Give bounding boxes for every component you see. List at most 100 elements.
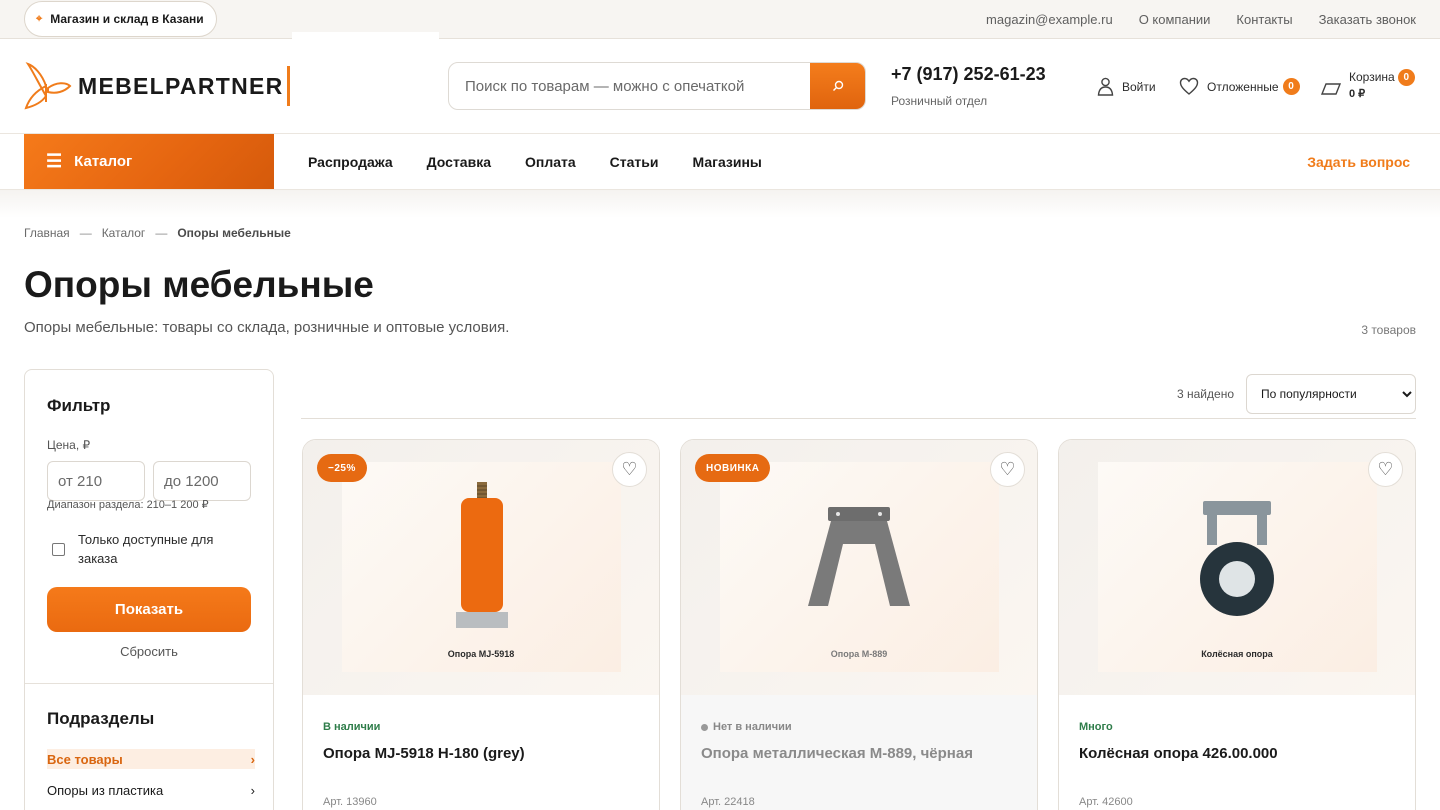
heart-icon: ♡ [621,459,638,479]
filter-sidebar: Фильтр Цена, ₽ Диапазон раздела: 210–1 2… [24,369,274,810]
login-label: Войти [1122,79,1156,94]
price-range-note: Диапазон раздела: 210–1 200 ₽ [47,499,209,511]
subsection-label: Опоры из пластика [47,782,164,798]
breadcrumb-home[interactable]: Главная [24,226,70,240]
search-input[interactable] [449,63,810,109]
breadcrumb-separator: — [155,226,168,240]
filter-title: Фильтр [47,396,111,415]
nav-delivery[interactable]: Доставка [427,154,491,170]
logo-divider [287,66,290,106]
butterfly-logo-icon [24,62,72,110]
nav-articles[interactable]: Статьи [610,154,659,170]
out-of-stock-dot [701,723,708,731]
heart-icon: ♡ [999,459,1016,479]
store-location-pill[interactable]: ⌖ Магазин и склад в Казани [24,1,217,37]
breadcrumb-catalog[interactable]: Каталог [102,226,146,240]
add-to-favorites-button[interactable]: ♡ [612,452,647,487]
cart-sum: 0 ₽ [1349,88,1366,100]
only-available-checkbox[interactable] [52,543,65,556]
stock-status: Много [1079,721,1113,733]
product-info: В наличии Опора MJ-5918 H-180 (grey) Арт… [303,695,659,810]
sidebar-divider [25,683,273,684]
nav-shadow [0,190,1440,218]
page-subtitle: Опоры мебельные: товары со склада, розни… [24,319,510,336]
logo[interactable]: MEBELPARTNER [24,62,284,110]
nav-payment[interactable]: Оплата [525,154,576,170]
phone-number[interactable]: +7 (917) 252-61-23 [891,64,1046,85]
subsection-plastic[interactable]: Опоры из пластика › [47,780,255,800]
metal-leg-illustration [808,507,910,606]
contacts-link[interactable]: Контакты [1236,12,1292,27]
cart-button[interactable]: Корзина 0 ₽ 0 [1321,68,1415,103]
about-link[interactable]: О компании [1139,12,1211,27]
found-count: 3 найдено [1177,387,1234,401]
map-pin-icon: ⌖ [36,12,43,25]
ask-question-link[interactable]: Задать вопрос [1307,134,1410,189]
product-image-caption: Опора MJ-5918 [447,649,515,659]
sort-select[interactable]: По популярности [1246,374,1416,414]
only-available-option[interactable]: Только доступные для заказа [47,530,228,568]
page-item-count: 3 товаров [1361,323,1416,337]
cart-count-badge: 0 [1397,68,1415,86]
stock-status: В наличии [323,721,380,733]
search-box [448,62,866,110]
nav-stores[interactable]: Магазины [693,154,762,170]
product-name[interactable]: Опора металлическая М-889, чёрная [701,745,1021,762]
top-bar: ⌖ Магазин и склад в Казани magazin@examp… [0,0,1440,39]
breadcrumb-current: Опоры мебельные [177,226,291,240]
page-title: Опоры мебельные [24,264,374,305]
top-links: magazin@example.ru О компании Контакты З… [986,0,1416,38]
product-name[interactable]: Колёсная опора 426.00.000 [1079,745,1399,762]
product-info: Много Колёсная опора 426.00.000 Арт. 426… [1059,695,1415,810]
show-results-button[interactable]: Показать [47,587,251,632]
email-link[interactable]: magazin@example.ru [986,12,1113,27]
product-card[interactable]: Опора MJ-5918 −25% ♡ В наличии Опора MJ-… [302,439,660,810]
price-label: Цена, ₽ [47,438,91,452]
heart-icon [1179,77,1199,95]
product-sku: Арт. 13960 [323,796,377,808]
search-button[interactable] [810,63,865,109]
product-card[interactable]: Опора М-889 НОВИНКА ♡ Нет в наличии Опор… [680,439,1038,810]
listing-divider [301,418,1416,419]
subsection-label: Все товары [47,751,123,767]
new-badge: НОВИНКА [695,454,771,482]
stock-status-label: Много [1079,721,1113,733]
login-button[interactable]: Войти [1097,77,1156,96]
phone-caption: Розничный отдел [891,94,988,108]
breadcrumb-separator: — [79,226,92,240]
product-image-caption: Колёсная опора [1201,649,1273,659]
product-card[interactable]: Колёсная опора ♡ Много Колёсная опора 42… [1058,439,1416,810]
chevron-right-icon: › [250,751,255,767]
user-icon [1097,77,1114,96]
add-to-favorites-button[interactable]: ♡ [1368,452,1403,487]
price-from-input[interactable] [47,461,145,501]
price-to-input[interactable] [153,461,251,501]
menu-icon: ☰ [46,151,63,171]
phone-block: +7 (917) 252-61-23 Розничный отдел [891,64,1046,108]
heart-icon: ♡ [1377,459,1394,479]
product-image-caption: Опора М-889 [830,649,888,659]
only-available-label: Только доступные для заказа [78,532,214,566]
product-sku: Арт. 22418 [701,796,755,808]
favorites-label: Отложенные [1207,79,1279,94]
nav-links: Распродажа Доставка Оплата Статьи Магази… [308,134,762,189]
nav-sale[interactable]: Распродажа [308,154,393,170]
product-info: Нет в наличии Опора металлическая М-889,… [681,695,1037,810]
reset-filter-button[interactable]: Сбросить [25,644,273,659]
stock-status-label: В наличии [323,721,381,733]
catalog-label: Каталог [74,153,133,170]
product-image[interactable]: Колёсная опора [1059,440,1415,695]
main-nav: ☰ Каталог Распродажа Доставка Оплата Ста… [0,134,1440,190]
search-icon [832,80,843,91]
product-name[interactable]: Опора MJ-5918 H-180 (grey) [323,745,643,762]
stock-status-label: Нет в наличии [713,721,792,733]
favorites-button[interactable]: Отложенные 0 [1179,77,1300,96]
catalog-button[interactable]: ☰ Каталог [24,134,274,189]
discount-badge: −25% [317,454,367,482]
request-call-link[interactable]: Заказать звонок [1319,12,1416,27]
header: MEBELPARTNER +7 (917) 252-61-23 Розничны… [0,39,1440,134]
product-sku: Арт. 42600 [1079,796,1133,808]
add-to-favorites-button[interactable]: ♡ [990,452,1025,487]
caster-wheel-illustration [1200,501,1274,616]
subsection-all-items[interactable]: Все товары › [47,749,255,769]
